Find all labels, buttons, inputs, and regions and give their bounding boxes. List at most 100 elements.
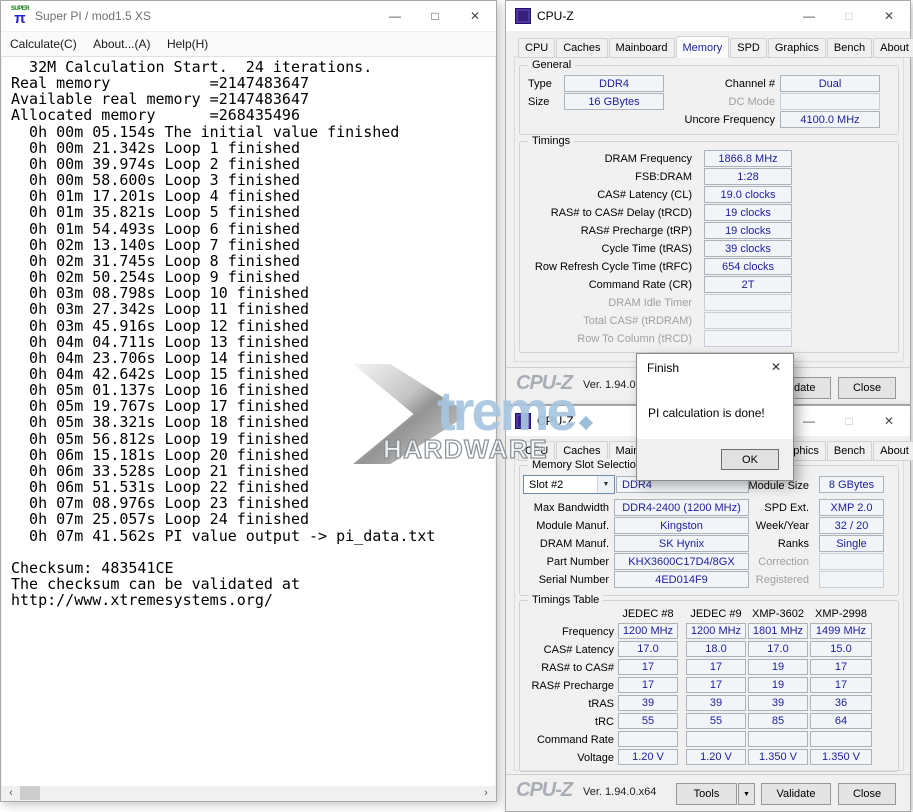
registered-label: Registered [710,571,809,588]
tab-spd[interactable]: SPD [730,38,767,58]
timing-label: Total CAS# (tRDRAM) [520,312,692,329]
tab-graphics[interactable]: Graphics [768,38,826,58]
superpi-output-area: 32M Calculation Start. 24 iterations. Re… [2,57,495,786]
close-icon[interactable]: ✕ [759,354,793,379]
tab-memory[interactable]: Memory [676,36,730,58]
timings-group: Timings DRAM Frequency 1866.8 MHz FSB:DR… [519,141,899,353]
tools-button[interactable]: Tools [676,783,737,805]
general-group-label: General [528,59,575,71]
tab-mainboard[interactable]: Mainboard [609,38,675,58]
memory-slot-group-label: Memory Slot Selection [528,459,646,471]
timing-label: Cycle Time (tRAS) [520,240,692,257]
timing-value: 19 clocks [704,204,792,221]
module-size-value: 8 GBytes [819,476,884,493]
week-year-label: Week/Year [710,517,809,534]
table-cell: 19 [748,659,808,675]
minimize-icon[interactable]: — [789,2,829,30]
timing-value: 1:28 [704,168,792,185]
table-cell [686,731,746,747]
table-row-label: tRC [520,713,614,730]
table-cell: 17 [810,659,872,675]
superpi-output: 32M Calculation Start. 24 iterations. Re… [2,57,495,608]
tab-about[interactable]: About [873,38,913,58]
table-row-label: Command Rate [520,731,614,748]
table-cell: 36 [810,695,872,711]
table-cell: 1.350 V [748,749,808,765]
timing-value: 2T [704,276,792,293]
cpuz-footer-logo: CPU-Z [516,779,572,802]
finish-dialog-title: Finish [647,361,679,375]
timing-value: 19.0 clocks [704,186,792,203]
slot-select[interactable]: Slot #2 ▼ [523,475,615,494]
timing-label: DRAM Frequency [520,150,692,167]
scrollbar-thumb[interactable] [20,786,40,800]
dc-mode-label: DC Mode [660,93,775,110]
table-cell: 17 [686,677,746,693]
cpuz-memory-titlebar: CPU-Z — □ ✕ [506,1,910,31]
timing-label: FSB:DRAM [520,168,692,185]
scroll-left-icon[interactable]: ‹ [3,786,19,800]
table-cell: 17 [618,677,678,693]
validate-button[interactable]: Validate [761,783,831,805]
serial-number-label: Serial Number [520,571,609,588]
menu-about[interactable]: About...(A) [93,37,150,51]
table-cell [810,731,872,747]
tab-caches[interactable]: Caches [556,38,607,58]
timing-value [704,294,792,311]
timing-label: DRAM Idle Timer [520,294,692,311]
superpi-window-title: Super PI / mod1.5 XS [35,9,151,23]
column-header: XMP-2998 [810,605,872,622]
timing-value: 1866.8 MHz [704,150,792,167]
tab-cpu[interactable]: CPU [518,441,555,461]
table-cell: 17 [810,677,872,693]
registered-value [819,571,884,588]
timing-label: CAS# Latency (CL) [520,186,692,203]
timing-label: Row To Column (tRCD) [520,330,692,347]
table-cell: 55 [686,713,746,729]
close-icon[interactable]: ✕ [455,2,495,30]
table-cell: 55 [618,713,678,729]
column-header: XMP-3602 [748,605,808,622]
timings-table-label: Timings Table [528,594,603,606]
tab-bench[interactable]: Bench [827,441,872,461]
timing-value: 19 clocks [704,222,792,239]
cpuz-app-icon [515,413,531,429]
table-row-label: Voltage [520,749,614,766]
close-button[interactable]: Close [838,783,896,805]
chevron-down-icon[interactable]: ▼ [597,476,614,493]
cpuz-footer-logo: CPU-Z [516,372,572,395]
table-cell: 85 [748,713,808,729]
scroll-right-icon[interactable]: › [478,786,494,800]
table-cell: 1.350 V [810,749,872,765]
menu-help[interactable]: Help(H) [167,37,208,51]
close-icon[interactable]: ✕ [869,2,909,30]
table-cell: 15.0 [810,641,872,657]
close-icon[interactable]: ✕ [869,407,909,435]
minimize-icon[interactable]: — [375,2,415,30]
timing-value [704,330,792,347]
table-cell: 39 [618,695,678,711]
maximize-icon: □ [829,2,869,30]
finish-dialog: Finish ✕ PI calculation is done! OK [636,353,794,481]
timing-label: RAS# Precharge (tRP) [520,222,692,239]
horizontal-scrollbar[interactable]: ‹ › [2,786,495,800]
timing-value [704,312,792,329]
ok-button[interactable]: OK [721,449,779,470]
table-cell: 39 [748,695,808,711]
timings-table-group: Timings Table JEDEC #8 JEDEC #9 XMP-3602… [519,600,899,772]
tab-bench[interactable]: Bench [827,38,872,58]
maximize-icon[interactable]: □ [415,2,455,30]
close-button[interactable]: Close [838,377,896,399]
tab-about[interactable]: About [873,441,913,461]
tab-cpu[interactable]: CPU [518,38,555,58]
table-cell: 17 [618,659,678,675]
table-cell: 1200 MHz [618,623,678,639]
table-row-label: CAS# Latency [520,641,614,658]
minimize-icon[interactable]: — [789,407,829,435]
tools-dropdown-icon[interactable]: ▼ [738,783,755,805]
menu-calculate[interactable]: Calculate(C) [10,37,77,51]
tab-caches[interactable]: Caches [556,441,607,461]
superpi-menubar: Calculate(C) About...(A) Help(H) [1,32,496,57]
table-cell: 18.0 [686,641,746,657]
timings-group-label: Timings [528,135,574,147]
